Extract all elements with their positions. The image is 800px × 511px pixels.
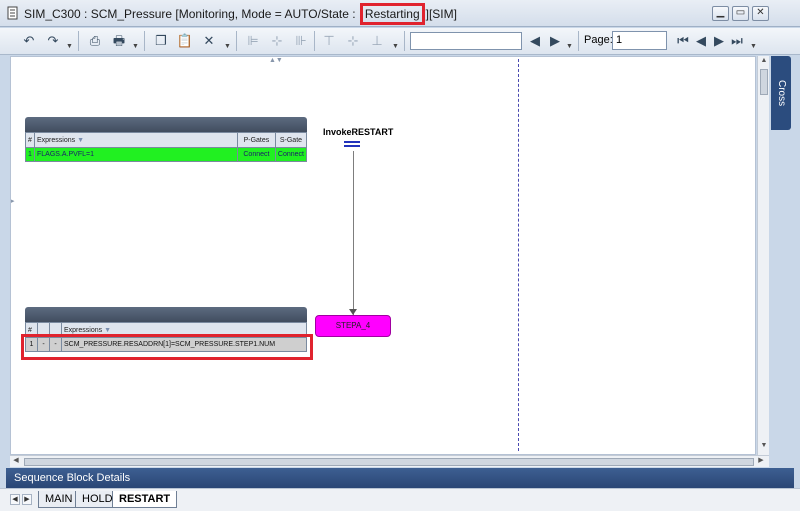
tab-restart[interactable]: RESTART bbox=[112, 491, 178, 508]
transition-bar[interactable] bbox=[344, 145, 360, 147]
undo-icon[interactable]: ↶ bbox=[18, 31, 40, 51]
tab-scroll-left-icon[interactable]: ◀ bbox=[10, 494, 20, 505]
sequence-block-details-bar[interactable]: Sequence Block Details bbox=[6, 468, 794, 488]
table-header-row: # Expressions ▼ P-Gates S-Gate bbox=[25, 132, 308, 148]
title-suffix: ][SIM] bbox=[425, 7, 457, 21]
sort-icon: ▼ bbox=[77, 136, 85, 144]
scroll-left-icon[interactable]: ◀ bbox=[11, 456, 21, 467]
toolbar-separator bbox=[78, 31, 79, 51]
scroll-right-icon[interactable]: ▶ bbox=[756, 456, 766, 467]
column-header: P-Gates bbox=[236, 132, 276, 148]
state-highlight: Restarting bbox=[359, 3, 425, 25]
horizontal-scrollbar[interactable]: ◀ ▶ bbox=[10, 455, 769, 467]
collapse-grip-icon[interactable]: ▲▼ bbox=[269, 57, 283, 64]
copy-icon[interactable]: ❐ bbox=[150, 31, 172, 51]
chevron-down-icon[interactable]: ▼ bbox=[132, 43, 139, 50]
page-input[interactable]: 1 bbox=[612, 31, 667, 50]
table-cell: Connect bbox=[274, 147, 308, 162]
step-table-header bbox=[25, 307, 307, 323]
column-header-label: Expressions bbox=[64, 326, 103, 334]
scroll-thumb[interactable] bbox=[24, 458, 754, 466]
vertical-scrollbar[interactable]: ▲ ▼ bbox=[757, 56, 769, 455]
minimize-button[interactable]: ▁ bbox=[712, 6, 729, 21]
align-right-icon[interactable]: ⊪ bbox=[290, 31, 312, 51]
invoke-restart-label[interactable]: InvokeRESTART bbox=[323, 127, 393, 137]
last-page-icon[interactable]: ⏭ bbox=[726, 31, 748, 51]
paste-icon[interactable]: 📋 bbox=[174, 31, 196, 51]
table-cell: Connect bbox=[236, 147, 276, 162]
page-label: Page: bbox=[584, 34, 613, 46]
toolbar-separator bbox=[404, 31, 405, 51]
page-marker-icon: ▸ bbox=[11, 198, 15, 205]
align-left-icon[interactable]: ⊫ bbox=[242, 31, 264, 51]
chevron-down-icon[interactable]: ▼ bbox=[566, 43, 573, 50]
sheet-tab-bar: ◀ ▶ MAIN HOLD RESTART bbox=[0, 488, 800, 511]
search-previous-icon[interactable]: ◀ bbox=[524, 31, 546, 51]
chevron-down-icon[interactable]: ▼ bbox=[224, 43, 231, 50]
table-cell: 1 bbox=[25, 147, 35, 162]
scroll-up-icon[interactable]: ▲ bbox=[759, 57, 769, 68]
column-header-expressions[interactable]: Expressions ▼ bbox=[34, 132, 238, 148]
tab-scroll-right-icon[interactable]: ▶ bbox=[22, 494, 32, 505]
close-button[interactable]: ✕ bbox=[752, 6, 769, 21]
transition-table[interactable]: # Expressions ▼ P-Gates S-Gate 1 FLAGS.A… bbox=[25, 132, 308, 162]
sequence-canvas[interactable]: ▲▼ ▸ # Expressions ▼ P-Gates S-Gate 1 FL… bbox=[10, 56, 756, 455]
toolbar-separator bbox=[236, 31, 237, 51]
align-bottom-icon[interactable]: ⊥ bbox=[366, 31, 388, 51]
scroll-thumb[interactable] bbox=[760, 69, 768, 95]
chevron-down-icon[interactable]: ▼ bbox=[392, 43, 399, 50]
column-header-label: Expressions bbox=[37, 136, 76, 144]
column-header: S-Gate bbox=[274, 132, 308, 148]
link-line bbox=[353, 151, 354, 315]
window-title: SIM_C300 : SCM_Pressure [Monitoring, Mod… bbox=[24, 3, 457, 25]
title-bar: SIM_C300 : SCM_Pressure [Monitoring, Mod… bbox=[0, 0, 800, 27]
cross-references-tab[interactable]: Cross References bbox=[756, 56, 791, 130]
step-node[interactable]: STEPA_4 bbox=[315, 315, 391, 337]
print-icon[interactable]: ⎙ bbox=[84, 31, 106, 51]
scroll-down-icon[interactable]: ▼ bbox=[759, 442, 769, 453]
sort-icon: ▼ bbox=[104, 326, 112, 334]
transition-table-header bbox=[25, 117, 307, 133]
toolbar-separator bbox=[144, 31, 145, 51]
transition-bar[interactable] bbox=[344, 141, 360, 143]
toolbar-separator bbox=[314, 31, 315, 51]
page-boundary bbox=[518, 59, 519, 451]
toolbar: ↶ ↷ ▼ ⎙ 🖶 ▼ ❐ 📋 ✕ ▼ ⊫ ⊹ ⊪ ⊤ ⊹ ⊥ ▼ ◀ ▶ ▼ … bbox=[0, 28, 800, 55]
table-cell: FLAGS.A.PVFL=1 bbox=[34, 147, 238, 162]
tab-main[interactable]: MAIN bbox=[38, 491, 80, 508]
delete-icon[interactable]: ✕ bbox=[198, 31, 220, 51]
column-header: # bbox=[25, 132, 35, 148]
align-top-icon[interactable]: ⊤ bbox=[318, 31, 340, 51]
redo-icon[interactable]: ↷ bbox=[42, 31, 64, 51]
title-state: Restarting bbox=[364, 7, 420, 21]
app-icon bbox=[7, 6, 18, 20]
chevron-down-icon[interactable]: ▼ bbox=[750, 43, 757, 50]
align-center-icon[interactable]: ⊹ bbox=[266, 31, 288, 51]
row-highlight bbox=[21, 334, 313, 360]
search-input[interactable] bbox=[410, 32, 522, 50]
chevron-down-icon[interactable]: ▼ bbox=[66, 43, 73, 50]
search-next-icon[interactable]: ▶ bbox=[544, 31, 566, 51]
table-row[interactable]: 1 FLAGS.A.PVFL=1 Connect Connect bbox=[25, 147, 308, 162]
align-middle-icon[interactable]: ⊹ bbox=[342, 31, 364, 51]
print-preview-icon[interactable]: 🖶 bbox=[108, 31, 130, 51]
title-prefix: SIM_C300 : SCM_Pressure [Monitoring, Mod… bbox=[24, 7, 359, 21]
toolbar-separator bbox=[578, 31, 579, 51]
restore-button[interactable]: ▭ bbox=[732, 6, 749, 21]
